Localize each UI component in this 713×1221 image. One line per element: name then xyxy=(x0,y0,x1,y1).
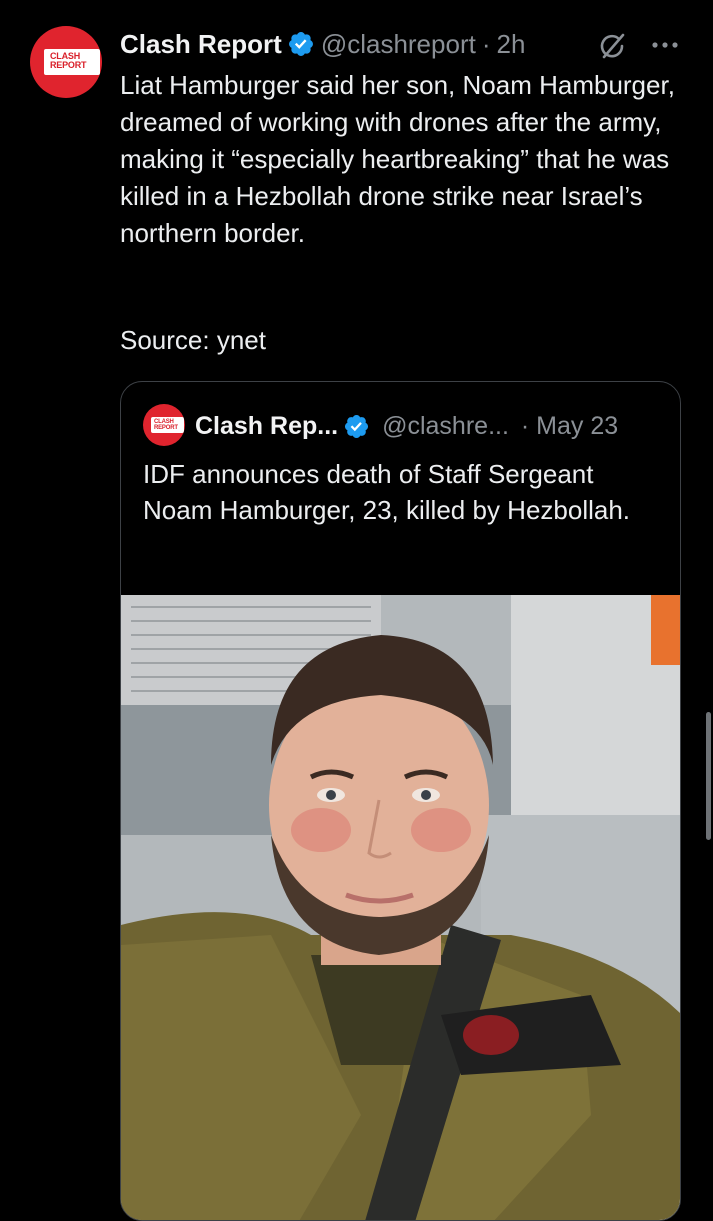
quoted-tweet-header: Clash Rep... @clashre... · May 23 xyxy=(195,409,618,443)
more-options-icon[interactable] xyxy=(651,41,679,49)
quoted-tweet-photo[interactable] xyxy=(121,595,680,1220)
clash-report-logo: CLASH REPORT xyxy=(44,49,100,75)
clash-report-logo: CLASH REPORT xyxy=(151,417,184,433)
quoted-author-name: Clash Rep... xyxy=(195,411,339,440)
logo-text-line-2: REPORT xyxy=(50,60,87,70)
quoted-tweet-date: · May 23 xyxy=(520,411,619,440)
quoted-author-avatar: CLASH REPORT xyxy=(143,404,185,446)
tweet-text: Liat Hamburger said her son, Noam Hambur… xyxy=(120,70,675,248)
quoted-tweet[interactable]: CLASH REPORT Clash Rep... @clashre... · … xyxy=(120,381,681,1221)
tweet-source-line: Source: ynet xyxy=(120,325,266,355)
verified-badge-icon xyxy=(288,32,313,56)
quoted-author-handle: @clashre... xyxy=(382,411,509,440)
author-handle[interactable]: @clashreport xyxy=(321,29,476,60)
tweet-header: Clash Report @clashreport · 2h xyxy=(120,27,525,61)
scrollbar-thumb[interactable] xyxy=(706,712,711,840)
author-avatar[interactable]: CLASH REPORT xyxy=(30,26,102,98)
author-name[interactable]: Clash Report xyxy=(120,29,282,60)
tweet[interactable]: CLASH REPORT Clash Report @clashreport ·… xyxy=(0,0,713,1221)
grok-icon[interactable] xyxy=(596,30,628,62)
tweet-time[interactable]: 2h xyxy=(497,29,526,60)
separator-dot: · xyxy=(481,28,491,59)
verified-badge-icon xyxy=(345,414,369,438)
logo-text-line-2: REPORT xyxy=(154,425,178,431)
quoted-tweet-text: IDF announces death of Staff Sergeant No… xyxy=(143,459,631,525)
portrait-photo-illustration xyxy=(121,595,680,1220)
